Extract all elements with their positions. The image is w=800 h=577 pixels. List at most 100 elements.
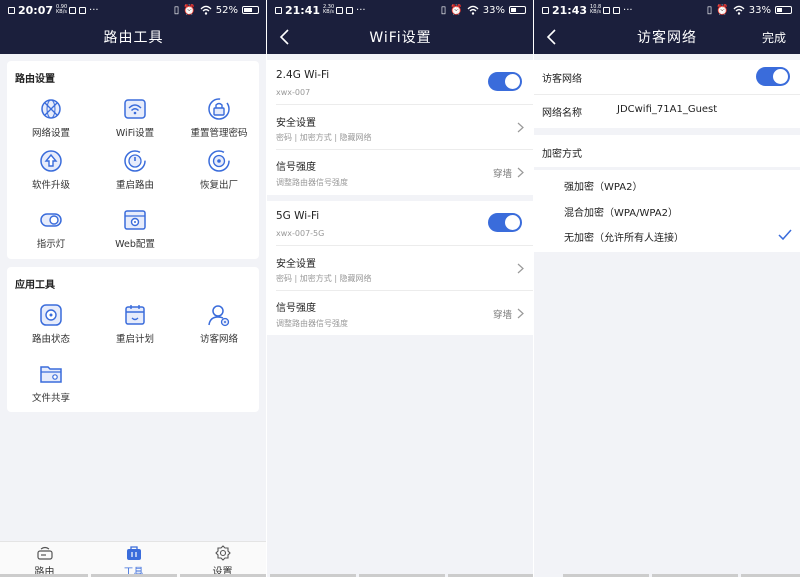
tab-tools[interactable]: 工具 [89,545,178,577]
chevron-right-icon [517,263,524,274]
item-label: 网络设置 [31,128,70,139]
bottom-tab-bar: 路由 工具 设置 [0,541,267,577]
row-title: 信号强度 [276,162,316,173]
notification-icon [346,6,354,14]
alarm-icon: ⏰ [716,4,729,16]
wifi-signal-icon [467,5,479,15]
chevron-right-icon [517,308,524,319]
network-name-value[interactable]: JDCwifi_71A1_Guest [617,104,717,115]
web-config-item[interactable]: Web配置 [93,208,177,250]
security-settings-row[interactable]: 安全设置 密码 | 加密方式 | 隐藏网络 [276,246,534,291]
gear-icon [214,545,231,561]
tab-router[interactable]: 路由 [0,545,89,577]
battery-icon [775,6,792,14]
restart-schedule-item[interactable]: 重启计划 [93,303,177,345]
vibrate-icon: ▯ [706,4,713,16]
row-subtitle: 密码 | 加密方式 | 隐藏网络 [276,274,372,283]
item-label: Web配置 [115,239,155,250]
tab-settings[interactable]: 设置 [178,545,267,577]
encryption-option-none[interactable]: 无加密（允许所有人连接） [564,229,684,244]
signal-strength-row[interactable]: 信号强度 调整路由器信号强度 穿墙 [276,150,534,195]
wifi-ssid: xwx-007 [276,88,311,97]
software-upgrade-item[interactable]: 软件升级 [9,149,93,191]
signal-value: 穿墙 [492,310,512,321]
toolbox-icon [126,546,141,560]
network-rate: 2.30 KB/s [323,4,335,15]
nav-bar: 访客网络 完成 [534,20,800,54]
wifi-24g-header: 2.4G Wi-Fi xwx-007 [276,60,534,105]
wifi-5g-toggle[interactable] [488,213,522,232]
status-time: 21:43 [552,3,588,17]
status-bar: 20:07 0.90 KB/s ··· ▯ ⏰ 52% [0,0,267,20]
item-label: 重置管理密码 [190,128,248,139]
router-status-item[interactable]: 路由状态 [9,303,93,345]
power-restart-icon [124,150,146,172]
wifi-signal-icon [733,5,745,15]
back-arrow-icon[interactable] [544,28,560,46]
signal-strength-row[interactable]: 信号强度 调整路由器信号强度 穿墙 [276,291,534,335]
signal-value: 穿墙 [492,169,512,180]
file-share-item[interactable]: 文件共享 [9,362,93,404]
row-subtitle: 密码 | 加密方式 | 隐藏网络 [276,133,372,142]
encryption-options: 强加密（WPA2） 混合加密（WPA/WPA2） 无加密（允许所有人连接） [534,170,800,252]
router-status-icon [40,304,62,326]
guest-network-screen: 21:43 10.8 KB/s ··· ▯ ⏰ 33% 访客网络 完成 访客网络 … [534,0,800,577]
status-bar: 21:43 10.8 KB/s ··· ▯ ⏰ 33% [534,0,800,20]
security-settings-row[interactable]: 安全设置 密码 | 加密方式 | 隐藏网络 [276,105,534,150]
item-label: 文件共享 [31,393,70,404]
notification-icon [613,6,621,14]
nav-bar: 路由工具 [0,20,267,54]
encryption-header: 加密方式 [534,135,800,167]
upgrade-icon [40,150,62,172]
guest-settings-card: 访客网络 网络名称 JDCwifi_71A1_Guest [534,60,800,128]
wifi-24g-toggle[interactable] [488,72,522,91]
guest-user-icon [208,305,230,327]
more-icon: ··· [623,4,633,16]
network-rate: 0.90 KB/s [56,4,68,15]
restart-router-item[interactable]: 重启路由 [93,149,177,191]
reset-password-item[interactable]: 重置管理密码 [177,97,261,139]
chevron-right-icon [517,122,524,133]
network-rate: 10.8 KB/s [590,4,602,15]
router-tools-screen: 20:07 0.90 KB/s ··· ▯ ⏰ 52% 路由工具 路由设置 网络设… [0,0,267,577]
page-title: 路由工具 [103,30,164,46]
sim-icon [275,6,282,14]
indicator-light-item[interactable]: 指示灯 [9,208,93,250]
notification-icon [69,6,77,14]
status-time: 21:41 [285,3,321,17]
panel-divider [266,0,267,577]
light-toggle-icon [40,213,62,227]
item-label: 路由状态 [31,334,70,345]
divider [534,94,800,95]
checkmark-icon [778,229,792,241]
item-label: 访客网络 [199,334,238,345]
row-subtitle: 调整路由器信号强度 [276,178,348,187]
wifi-signal-icon [200,5,212,15]
guest-network-toggle[interactable] [756,67,790,86]
wifi-24g-card: 2.4G Wi-Fi xwx-007 安全设置 密码 | 加密方式 | 隐藏网络… [267,60,534,195]
row-title: 信号强度 [276,303,316,314]
encryption-option-wpa2[interactable]: 强加密（WPA2） [564,178,642,193]
battery-percent: 33% [748,4,771,16]
notification-icon [336,6,344,14]
wifi-band-name: 5G Wi-Fi [276,210,320,222]
row-title: 安全设置 [276,259,316,270]
chevron-right-icon [517,167,524,178]
status-time: 20:07 [18,3,54,17]
wifi-ssid: xwx-007-5G [276,229,325,238]
done-button[interactable]: 完成 [762,29,786,46]
item-label: 软件升级 [31,180,70,191]
calendar-icon [125,305,145,325]
back-arrow-icon[interactable] [277,28,293,46]
guest-network-item[interactable]: 访客网络 [177,303,261,345]
folder-share-icon [40,366,62,383]
nav-bar: WiFi设置 [267,20,534,54]
wifi-settings-item[interactable]: WiFi设置 [93,97,177,139]
alarm-icon: ⏰ [183,4,196,16]
wifi-band-name: 2.4G Wi-Fi [276,69,330,81]
encryption-option-mixed[interactable]: 混合加密（WPA/WPA2） [564,204,678,219]
section-title: 路由设置 [15,74,55,85]
factory-reset-item[interactable]: 恢复出厂 [177,149,261,191]
web-config-icon [124,210,146,230]
network-settings-item[interactable]: 网络设置 [9,97,93,139]
